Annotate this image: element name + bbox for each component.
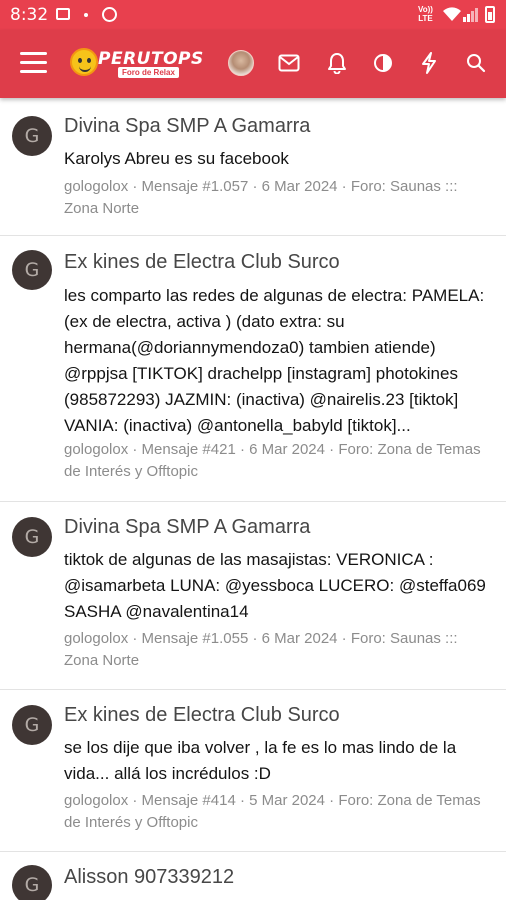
result-item[interactable]: G Ex kines de Electra Club Surco les com… (0, 236, 506, 502)
notification-dot-icon (84, 13, 88, 17)
flash-icon (422, 52, 436, 74)
author-avatar[interactable]: G (12, 517, 52, 557)
battery-icon (485, 6, 495, 23)
signal-icon (463, 8, 478, 22)
theme-toggle-button[interactable] (370, 50, 396, 76)
result-item[interactable]: G Ex kines de Electra Club Surco se los … (0, 690, 506, 852)
result-title[interactable]: Ex kines de Electra Club Surco (64, 251, 340, 274)
result-meta: gologolox · Mensaje #1.057 · 6 Mar 2024 … (64, 178, 458, 217)
network-indicator: Vo)) LTE (418, 5, 433, 23)
gallery-icon (56, 8, 70, 20)
menu-button[interactable] (20, 52, 47, 74)
result-snippet: Karolys Abreu es su facebook (64, 149, 289, 168)
result-title[interactable]: Alisson 907339212 (64, 866, 234, 889)
search-results-list: G Divina Spa SMP A Gamarra Karolys Abreu… (0, 98, 506, 900)
network-volte-label: Vo)) (418, 5, 433, 14)
user-avatar[interactable] (228, 50, 254, 76)
result-item[interactable]: G Divina Spa SMP A Gamarra Karolys Abreu… (0, 98, 506, 236)
status-time: 8:32 (10, 5, 49, 25)
whats-new-button[interactable] (416, 50, 442, 76)
author-avatar[interactable]: G (12, 250, 52, 290)
author-avatar[interactable]: G (12, 705, 52, 745)
notifications-button[interactable] (324, 50, 350, 76)
result-snippet: les comparto las redes de algunas de ele… (64, 286, 485, 435)
messenger-icon (102, 7, 117, 22)
result-meta: gologolox · Mensaje #1.055 · 6 Mar 2024 … (64, 630, 458, 669)
mail-icon (278, 54, 300, 72)
site-logo[interactable]: PERUTOPS Foro de Relax (70, 48, 203, 82)
result-title[interactable]: Divina Spa SMP A Gamarra (64, 516, 310, 539)
result-snippet: tiktok de algunas de las masajistas: VER… (64, 550, 486, 621)
author-avatar[interactable]: G (12, 865, 52, 900)
search-button[interactable] (463, 50, 489, 76)
theme-icon (374, 54, 392, 72)
logo-subtitle: Foro de Relax (118, 67, 179, 78)
author-avatar[interactable]: G (12, 116, 52, 156)
menu-icon-bar (20, 61, 47, 64)
logo-face-icon (70, 48, 98, 76)
result-item[interactable]: G Divina Spa SMP A Gamarra tiktok de alg… (0, 502, 506, 690)
logo-text: PERUTOPS (98, 49, 204, 69)
network-lte-label: LTE (418, 14, 433, 23)
result-title[interactable]: Divina Spa SMP A Gamarra (64, 115, 310, 138)
result-item[interactable]: G Alisson 907339212 (0, 852, 506, 900)
result-meta: gologolox · Mensaje #414 · 5 Mar 2024 · … (64, 792, 481, 831)
menu-icon (20, 52, 47, 55)
result-title[interactable]: Ex kines de Electra Club Surco (64, 704, 340, 727)
status-bar: 8:32 Vo)) LTE (0, 0, 506, 30)
app-header: PERUTOPS Foro de Relax (0, 30, 506, 98)
menu-icon-bar (20, 70, 47, 73)
result-meta: gologolox · Mensaje #421 · 6 Mar 2024 · … (64, 441, 481, 480)
wifi-icon (443, 7, 461, 21)
mail-button[interactable] (276, 50, 302, 76)
search-icon (467, 54, 486, 73)
bell-icon (328, 53, 346, 74)
result-snippet: se los dije que iba volver , la fe es lo… (64, 738, 457, 783)
